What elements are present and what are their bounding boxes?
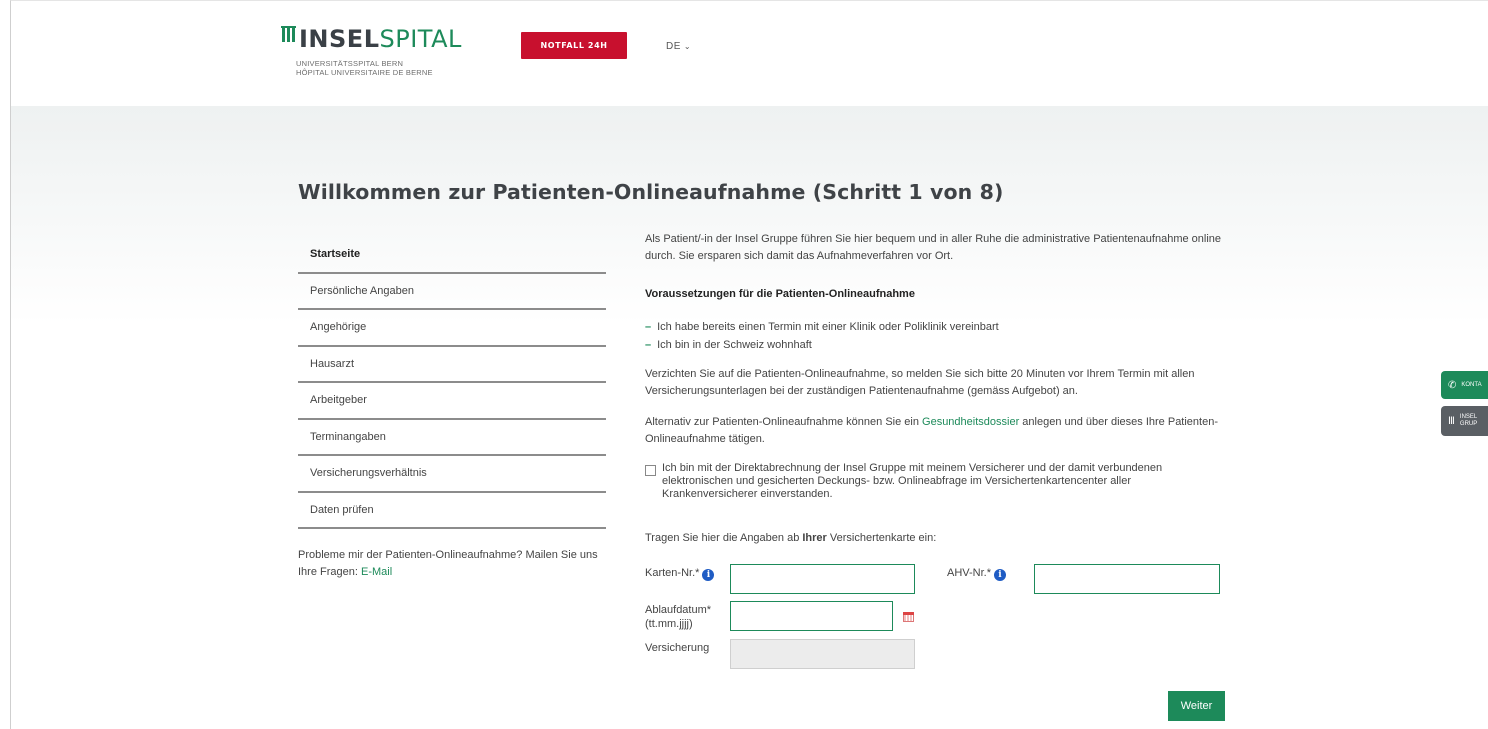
insurance-field: [730, 639, 915, 669]
intro-paragraph: Als Patient/-in der Insel Gruppe führen …: [645, 233, 1222, 262]
weiter-button[interactable]: Weiter: [1168, 691, 1225, 721]
expiry-label: Ablaufdatum* (tt.mm.jjjj): [645, 604, 712, 630]
emergency-button[interactable]: NOTFALL 24H: [521, 32, 627, 59]
list-item: – Ich bin in der Schweiz wohnhaft: [645, 339, 812, 351]
nav-item-angehoerige[interactable]: Angehörige: [298, 310, 606, 347]
card-number-label: Karten-Nr.* i: [645, 566, 715, 581]
logo-wordmark: INSELSPITAL: [299, 25, 462, 53]
requirements-heading: Voraussetzungen für die Patienten-Online…: [645, 288, 915, 300]
consent-label: Ich bin mit der Direktabrechnung der Ins…: [662, 462, 1163, 500]
info-icon[interactable]: i: [702, 569, 715, 581]
waive-paragraph: Verzichten Sie auf die Patienten-Onlinea…: [645, 368, 1195, 397]
nav-item-startseite[interactable]: Startseite: [298, 237, 606, 274]
contact-side-tab[interactable]: ✆ KONTA: [1441, 371, 1488, 399]
expiry-date-input[interactable]: [730, 601, 893, 631]
phone-icon: ✆: [1448, 379, 1457, 391]
card-intro: Tragen Sie hier die Angaben ab Ihrer Ver…: [645, 532, 937, 544]
nav-item-daten-pruefen[interactable]: Daten prüfen: [298, 493, 606, 529]
insel-logo-icon: [281, 26, 296, 42]
requirements-list: – Ich habe bereits einen Termin mit einer…: [645, 318, 999, 354]
help-text: Probleme mir der Patienten-Onlineaufnahm…: [298, 549, 598, 578]
calendar-icon[interactable]: [903, 612, 914, 622]
ahv-input[interactable]: [1034, 564, 1220, 594]
insel-logo-icon: Ⅲ: [1448, 415, 1455, 427]
ahv-label: AHV-Nr.* i: [947, 566, 1007, 581]
nav-item-arbeitgeber[interactable]: Arbeitgeber: [298, 383, 606, 420]
dash-icon: –: [645, 339, 652, 351]
alternative-paragraph: Alternativ zur Patienten-Onlineaufnahme …: [645, 416, 1219, 445]
nav-item-persoenliche-angaben[interactable]: Persönliche Angaben: [298, 274, 606, 310]
gesundheitsdossier-link[interactable]: Gesundheitsdossier: [922, 416, 1019, 428]
info-icon[interactable]: i: [994, 569, 1007, 581]
language-selector[interactable]: DE ⌄: [666, 41, 691, 52]
card-number-input[interactable]: [730, 564, 915, 594]
dash-icon: –: [645, 321, 652, 333]
consent-row: Ich bin mit der Direktabrechnung der Ins…: [645, 462, 1225, 501]
page-title: Willkommen zur Patienten-Onlineaufnahme …: [298, 180, 1004, 204]
chevron-down-icon: ⌄: [683, 42, 692, 51]
logo-subtitle: UNIVERSITÄTSSPITAL BERN HÔPITAL UNIVERSI…: [296, 59, 433, 77]
step-navigation: Startseite Persönliche Angaben Angehörig…: [298, 237, 606, 581]
site-header: INSELSPITAL UNIVERSITÄTSSPITAL BERN HÔPI…: [11, 1, 1488, 106]
insurance-label: Versicherung: [645, 642, 710, 654]
nav-item-hausarzt[interactable]: Hausarzt: [298, 347, 606, 383]
insel-gruppe-side-tab[interactable]: Ⅲ INSEL GRUP: [1441, 406, 1488, 436]
list-item: – Ich habe bereits einen Termin mit einer…: [645, 321, 999, 333]
nav-item-terminangaben[interactable]: Terminangaben: [298, 420, 606, 456]
nav-item-versicherungsverhaeltnis[interactable]: Versicherungsverhältnis: [298, 456, 606, 493]
email-link[interactable]: E-Mail: [361, 566, 392, 578]
consent-checkbox[interactable]: [645, 465, 656, 476]
